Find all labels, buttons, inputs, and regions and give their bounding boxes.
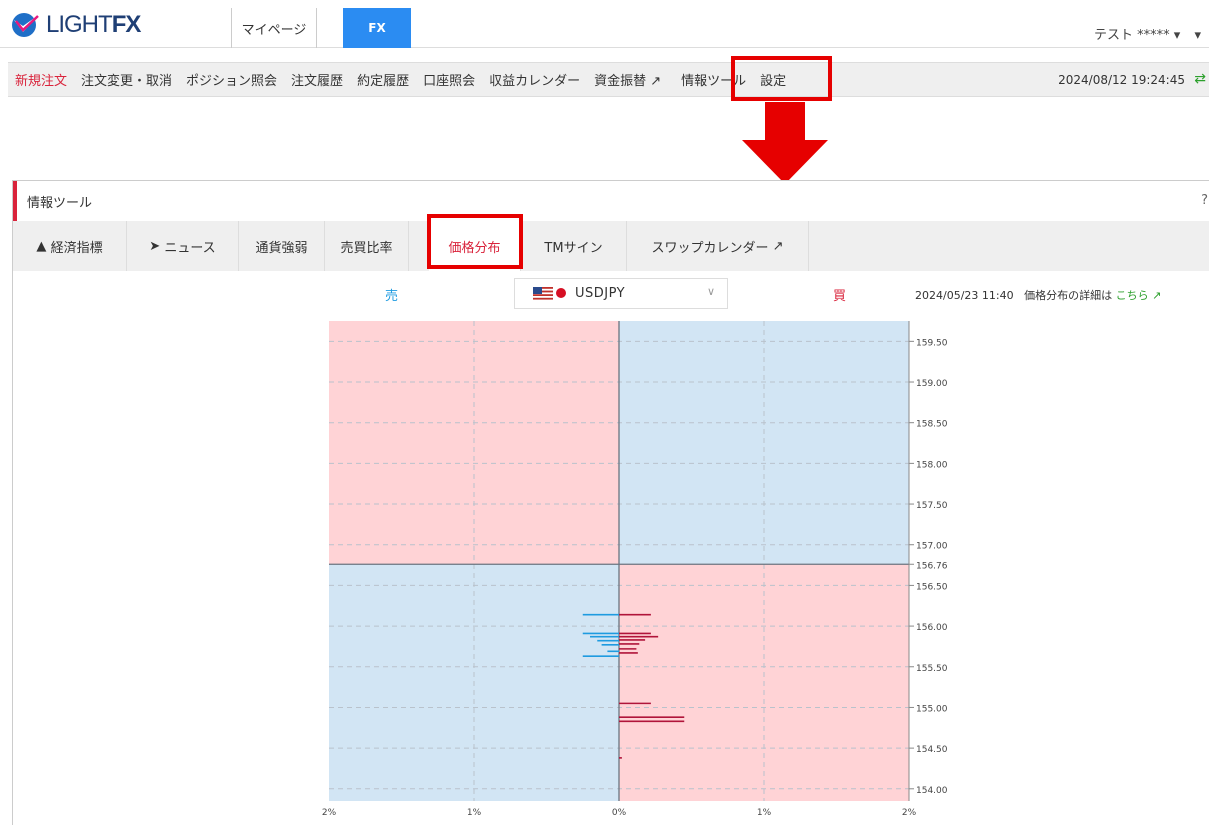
currency-pair-value: USDJPY <box>575 286 626 301</box>
y-tick-label: 159.00 <box>916 379 948 389</box>
y-tick-label: 157.50 <box>916 501 948 511</box>
tab-price-distribution[interactable]: 価格分布 <box>429 221 521 271</box>
clock: 2024/08/12 19:24:45 <box>1058 72 1185 87</box>
x-tick-label: 1% <box>467 808 482 818</box>
nav-order-history[interactable]: 注文履歴 <box>284 70 350 89</box>
x-tick-label: 2% <box>902 808 917 818</box>
y-tick-label: 154.50 <box>916 745 948 755</box>
y-tick-label: 156.50 <box>916 582 948 592</box>
nav-settings[interactable]: 設定 <box>753 70 793 89</box>
tab-currency-strength[interactable]: 通貨強弱 <box>239 221 325 271</box>
y-tick-label: 154.00 <box>916 786 948 796</box>
external-link-icon: ↗ <box>646 74 662 89</box>
y-tick-label: 155.00 <box>916 704 948 714</box>
tab-swap-calendar[interactable]: スワップカレンダー ↗ <box>627 221 809 271</box>
y-tick-label: 156.76 <box>916 561 948 571</box>
y-tick-label: 156.00 <box>916 623 948 633</box>
x-tick-label: 0% <box>612 808 627 818</box>
panel-title-text: 情報ツール <box>27 195 93 211</box>
chevron-down-icon[interactable]: ▾ <box>1194 28 1201 43</box>
panel-title: 情報ツール ? <box>13 181 1209 221</box>
sync-icon[interactable]: ⇄ <box>1194 71 1206 87</box>
nav-execution-history[interactable]: 約定履歴 <box>350 70 416 89</box>
detail-link[interactable]: こちら <box>1116 289 1149 302</box>
buy-label: 買 <box>833 289 847 304</box>
top-bar: LIGHTFX マイページ FX テスト ***** ▾ ▾ <box>0 0 1209 48</box>
info-tools-panel: 情報ツール ? ▲ 経済指標 ➤ ニュース 通貨強弱 売買比率 価格分布 TMサ… <box>12 180 1209 825</box>
x-tick-label: 2% <box>322 808 337 818</box>
jp-flag-icon <box>556 288 566 298</box>
chevron-down-icon: ▾ <box>1173 28 1181 43</box>
nav-positions[interactable]: ポジション照会 <box>179 70 284 89</box>
tab-fx[interactable]: FX <box>343 8 411 48</box>
tab-news[interactable]: ➤ ニュース <box>127 221 239 271</box>
main-nav: 新規注文 注文変更・取消 ポジション照会 注文履歴 約定履歴 口座照会 収益カレ… <box>8 62 1209 97</box>
y-tick-label: 155.50 <box>916 664 948 674</box>
y-tick-label: 158.50 <box>916 420 948 430</box>
nav-info-tools[interactable]: 情報ツール <box>674 70 753 89</box>
currency-pair-select[interactable]: USDJPY ∨ <box>514 278 728 309</box>
tab-economic-indicators[interactable]: ▲ 経済指標 <box>13 221 127 271</box>
chevron-down-icon: ∨ <box>706 285 715 298</box>
y-tick-label: 158.00 <box>916 460 948 470</box>
y-tick-label: 159.50 <box>916 338 948 348</box>
tab-tm-sign[interactable]: TMサイン <box>521 221 627 271</box>
y-tick-label: 157.00 <box>916 542 948 552</box>
nav-profit-calendar[interactable]: 収益カレンダー <box>482 70 587 89</box>
x-tick-label: 1% <box>757 808 772 818</box>
logo-mark-icon <box>12 13 40 37</box>
info-tabs: ▲ 経済指標 ➤ ニュース 通貨強弱 売買比率 価格分布 TMサイン スワップカ… <box>13 221 1209 271</box>
us-flag-icon <box>533 287 553 300</box>
tab-mypage[interactable]: マイページ <box>231 8 317 48</box>
bell-icon: ▲ <box>36 238 51 254</box>
logo-text: LIGHTFX <box>46 11 141 38</box>
detail-text: 価格分布の詳細は <box>1024 289 1113 302</box>
logo[interactable]: LIGHTFX <box>10 10 141 40</box>
chart-datetime: 2024/05/23 11:40 <box>915 289 1014 302</box>
chart-info: 2024/05/23 11:40 価格分布の詳細は こちら ↗ <box>915 287 1161 303</box>
nav-fund-transfer[interactable]: 資金振替 ↗ <box>587 70 668 89</box>
external-link-icon: ↗ <box>1148 289 1162 302</box>
help-icon[interactable]: ? <box>1201 193 1208 208</box>
user-name: テスト ***** <box>1094 28 1170 43</box>
nav-new-order[interactable]: 新規注文 <box>8 70 74 89</box>
rocket-icon: ➤ <box>149 238 165 254</box>
tab-trade-ratio[interactable]: 売買比率 <box>325 221 409 271</box>
sell-label: 売 <box>385 289 399 304</box>
nav-account[interactable]: 口座照会 <box>416 70 482 89</box>
price-distribution-chart: 159.50 159.00 158.50 158.00 157.50 157.00 156.… <box>322 321 948 818</box>
user-menu[interactable]: テスト ***** ▾ ▾ <box>1094 24 1201 43</box>
down-arrow-icon <box>742 102 828 184</box>
external-link-icon: ↗ <box>768 238 784 254</box>
nav-order-change[interactable]: 注文変更・取消 <box>74 70 179 89</box>
